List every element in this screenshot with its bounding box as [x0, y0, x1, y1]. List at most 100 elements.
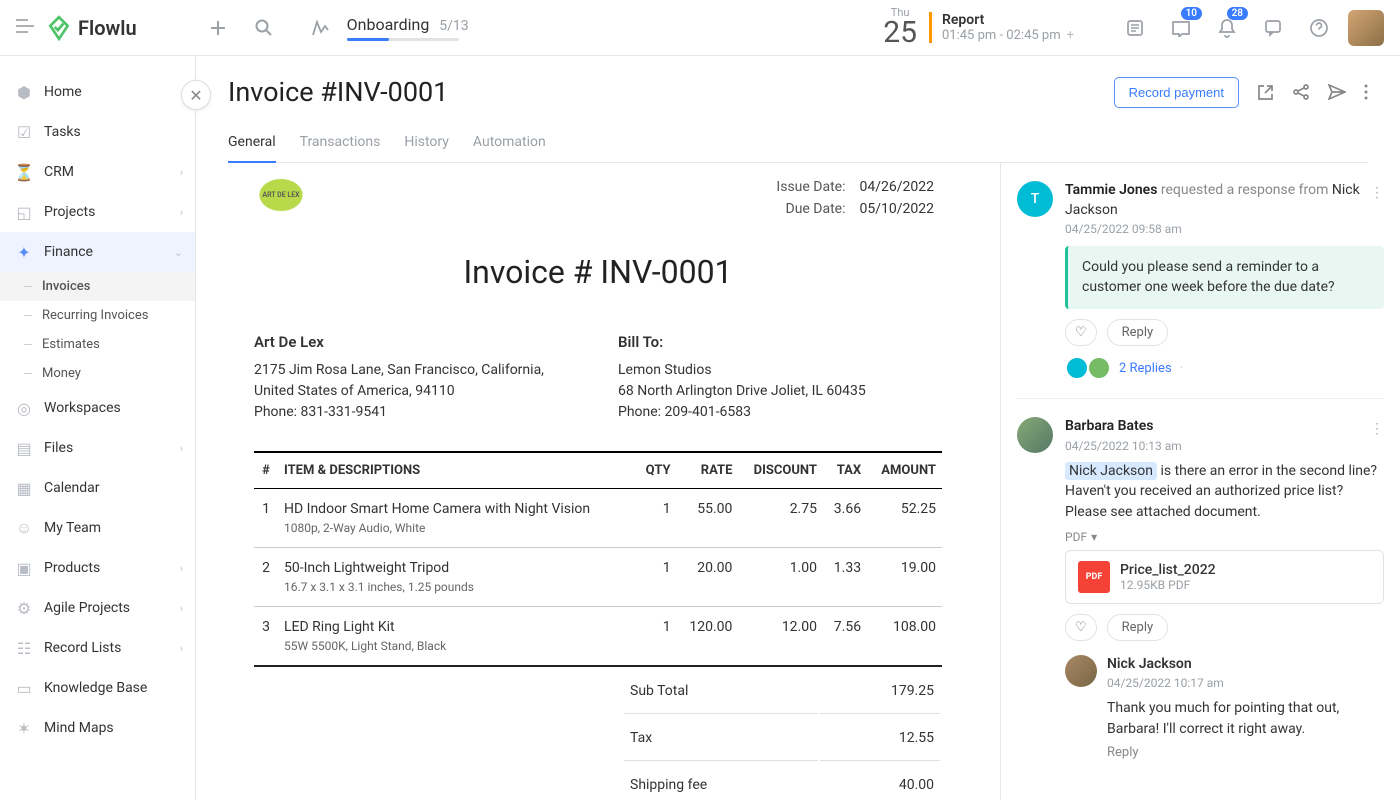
- tabs: General Transactions History Automation: [228, 126, 1368, 163]
- sidebar-item-label: Home: [44, 84, 82, 100]
- mini-avatar: [1087, 356, 1111, 380]
- sidebar-item-mindmaps[interactable]: ✶Mind Maps: [0, 708, 195, 748]
- kebab-icon[interactable]: ⋮: [1370, 421, 1384, 437]
- tab-history[interactable]: History: [404, 126, 449, 162]
- sidebar-item-label: CRM: [44, 164, 74, 180]
- chat-icon[interactable]: [1256, 11, 1290, 45]
- avatar: [1017, 417, 1053, 453]
- reply-button[interactable]: Reply: [1107, 614, 1169, 641]
- files-icon: ▤: [14, 438, 34, 458]
- onboarding-widget[interactable]: Onboarding 5/13: [303, 11, 469, 45]
- tab-general[interactable]: General: [228, 126, 276, 162]
- sidebar-item-calendar[interactable]: ▦Calendar: [0, 468, 195, 508]
- onboarding-label: Onboarding: [347, 15, 430, 34]
- reply-author: Nick Jackson: [1107, 655, 1384, 675]
- sidebar-item-products[interactable]: ▣ Products ›: [0, 548, 195, 588]
- table-row: 3 LED Ring Light Kit55W 5500K, Light Sta…: [254, 606, 942, 666]
- sidebar-item-crm[interactable]: ⏳CRM›: [0, 152, 195, 192]
- agile-icon: ⚙: [14, 598, 34, 618]
- close-panel-button[interactable]: ✕: [181, 80, 211, 110]
- activity-author: Barbara Bates: [1065, 418, 1153, 434]
- reply-button[interactable]: Reply: [1107, 319, 1169, 346]
- attachment-type[interactable]: PDF ▾: [1065, 530, 1384, 544]
- activity-author: Tammie Jones: [1065, 182, 1157, 198]
- replies-link[interactable]: 2 Replies: [1119, 361, 1172, 376]
- inbox-badge: 10: [1181, 7, 1202, 20]
- kebab-icon[interactable]: [1364, 84, 1368, 100]
- plus-icon[interactable]: [201, 11, 235, 45]
- products-icon: ▣: [14, 558, 34, 578]
- user-avatar[interactable]: [1348, 10, 1384, 46]
- sidebar-item-label: Agile Projects: [44, 600, 130, 616]
- sidebar-item-kb[interactable]: ▭Knowledge Base: [0, 668, 195, 708]
- note-icon[interactable]: [1118, 11, 1152, 45]
- chevron-down-icon: ▾: [1091, 530, 1097, 544]
- sidebar-sub-estimates[interactable]: Estimates: [0, 330, 195, 359]
- mini-avatar: [1065, 356, 1089, 380]
- kebab-icon[interactable]: ⋮: [1370, 185, 1384, 201]
- record-payment-button[interactable]: Record payment: [1114, 77, 1239, 108]
- sidebar-item-files[interactable]: ▤Files›: [0, 428, 195, 468]
- brand-name: Flowlu: [78, 16, 137, 40]
- summary-row: Shipping fee40.00: [624, 763, 940, 800]
- inbox-icon[interactable]: 10: [1164, 11, 1198, 45]
- reply-message: Thank you much for pointing that out, Ba…: [1107, 698, 1384, 739]
- activity-time: 04/25/2022 10:13 am: [1065, 439, 1384, 453]
- line-items-table: # ITEM & DESCRIPTIONS QTY RATE DISCOUNT …: [254, 451, 942, 667]
- send-icon[interactable]: [1328, 84, 1346, 100]
- bell-icon[interactable]: 28: [1210, 11, 1244, 45]
- sidebar-item-team[interactable]: ☺My Team: [0, 508, 195, 548]
- attachment[interactable]: PDF Price_list_2022 12.95KB PDF: [1065, 550, 1384, 604]
- invoice-summary: Sub Total179.25Tax12.55Shipping fee40.00: [254, 667, 942, 800]
- sidebar-item-workspaces[interactable]: ◎ Workspaces: [0, 388, 195, 428]
- sidebar-item-records[interactable]: ☷Record Lists›: [0, 628, 195, 668]
- reply-link[interactable]: Reply: [1107, 745, 1384, 760]
- main-area: ✕ Invoice #INV-0001 Record payment Gener…: [196, 56, 1400, 800]
- invoice-document: ART DE LEX Issue Date:04/26/2022 Due Dat…: [196, 163, 1000, 800]
- sidebar-item-finance[interactable]: ✦Finance⌄: [0, 232, 195, 272]
- event-add-icon[interactable]: +: [1067, 28, 1074, 43]
- sidebar-item-tasks[interactable]: ☑Tasks: [0, 112, 195, 152]
- bill-from: Art De Lex 2175 Jim Rosa Lane, San Franc…: [254, 331, 578, 423]
- avatar: [1065, 655, 1097, 687]
- logo-icon: [46, 15, 72, 41]
- nested-reply: Nick Jackson 04/25/2022 10:17 am Thank y…: [1065, 655, 1384, 760]
- tab-transactions[interactable]: Transactions: [300, 126, 381, 162]
- chevron-right-icon: ›: [180, 562, 183, 575]
- tab-automation[interactable]: Automation: [473, 126, 546, 162]
- brand-logo[interactable]: Flowlu: [46, 15, 137, 41]
- sidebar-item-projects[interactable]: ◱Projects›: [0, 192, 195, 232]
- avatar: T: [1017, 181, 1053, 217]
- upcoming-event[interactable]: Report 01:45 pm - 02:45 pm +: [929, 12, 1074, 43]
- mindmap-icon: ✶: [14, 718, 34, 738]
- like-button[interactable]: ♡: [1065, 319, 1097, 346]
- team-icon: ☺: [14, 518, 34, 538]
- date-block[interactable]: Thu 25: [883, 7, 917, 48]
- sidebar-sub-money[interactable]: Money: [0, 359, 195, 388]
- chevron-right-icon: ›: [180, 602, 183, 615]
- bell-badge: 28: [1227, 7, 1248, 20]
- attachment-name: Price_list_2022: [1120, 562, 1216, 578]
- sidebar-sub-recurring[interactable]: Recurring Invoices: [0, 301, 195, 330]
- sidebar-item-label: Finance: [44, 244, 93, 260]
- open-external-icon[interactable]: [1257, 84, 1274, 101]
- company-logo: ART DE LEX: [254, 175, 308, 215]
- sidebar-item-label: Workspaces: [44, 400, 121, 416]
- mention[interactable]: Nick Jackson: [1065, 462, 1157, 480]
- sidebar-item-home[interactable]: ⬢Home: [0, 72, 195, 112]
- chevron-right-icon: ›: [180, 206, 183, 219]
- pdf-icon: PDF: [1078, 561, 1110, 593]
- invoice-dates: Issue Date:04/26/2022 Due Date:05/10/202…: [768, 175, 942, 221]
- share-icon[interactable]: [1292, 83, 1310, 101]
- sidebar-item-label: Products: [44, 560, 100, 576]
- workspaces-icon: ◎: [14, 398, 34, 418]
- search-icon[interactable]: [247, 11, 281, 45]
- sidebar-item-label: Record Lists: [44, 640, 121, 656]
- like-button[interactable]: ♡: [1065, 614, 1097, 641]
- sidebar-sub-invoices[interactable]: Invoices: [0, 272, 195, 301]
- page-title: Invoice #INV-0001: [228, 76, 448, 108]
- sidebar-item-label: Tasks: [44, 124, 81, 140]
- menu-toggle-icon[interactable]: [16, 18, 34, 37]
- sidebar-item-agile[interactable]: ⚙ Agile Projects ›: [0, 588, 195, 628]
- help-icon[interactable]: [1302, 11, 1336, 45]
